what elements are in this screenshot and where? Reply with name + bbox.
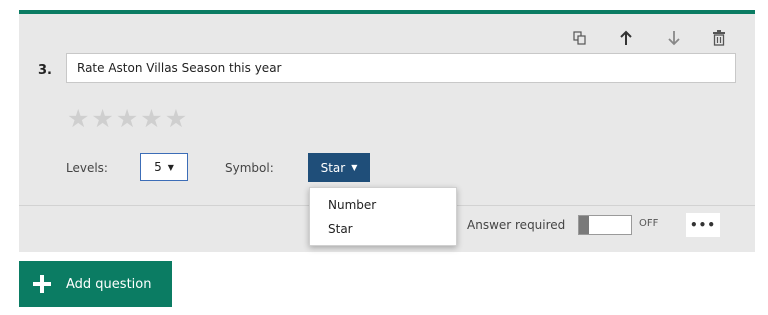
trash-icon[interactable] bbox=[708, 26, 730, 50]
star-icon: ★ bbox=[115, 104, 139, 133]
toggle-state-label: OFF bbox=[639, 218, 659, 229]
dropdown-option-star[interactable]: Star bbox=[328, 222, 353, 236]
symbol-dropdown-menu: Number Star bbox=[309, 187, 457, 246]
answer-required-toggle[interactable] bbox=[578, 215, 632, 235]
plus-icon bbox=[33, 275, 51, 293]
star-icon: ★ bbox=[164, 104, 188, 133]
star-icon: ★ bbox=[91, 104, 114, 133]
symbol-value: Star bbox=[320, 160, 346, 175]
star-icon: ★ bbox=[67, 104, 90, 133]
dropdown-option-number[interactable]: Number bbox=[328, 198, 376, 212]
add-question-button[interactable]: Add question bbox=[19, 261, 172, 307]
question-title-input[interactable] bbox=[66, 53, 736, 83]
add-question-label: Add question bbox=[66, 276, 152, 292]
answer-required-label: Answer required bbox=[467, 218, 566, 232]
chevron-down-icon: ▼ bbox=[351, 163, 358, 172]
card-accent-bar bbox=[19, 10, 755, 14]
arrow-up-icon[interactable] bbox=[615, 26, 637, 50]
more-options-button[interactable]: ••• bbox=[686, 213, 720, 237]
star-icon: ★ bbox=[140, 104, 163, 133]
toggle-knob bbox=[579, 216, 589, 234]
levels-select[interactable]: 5 ▼ bbox=[140, 153, 188, 181]
question-number: 3. bbox=[38, 63, 52, 78]
symbol-label: Symbol: bbox=[225, 161, 274, 175]
arrow-down-icon[interactable] bbox=[663, 26, 685, 50]
levels-value: 5 bbox=[154, 160, 162, 174]
star-rating-preview: ★ ★ ★ ★ ★ bbox=[67, 106, 187, 131]
copy-icon[interactable] bbox=[569, 26, 591, 50]
symbol-select[interactable]: Star ▼ bbox=[308, 153, 370, 182]
chevron-down-icon: ▼ bbox=[167, 162, 174, 172]
levels-label: Levels: bbox=[66, 161, 108, 175]
